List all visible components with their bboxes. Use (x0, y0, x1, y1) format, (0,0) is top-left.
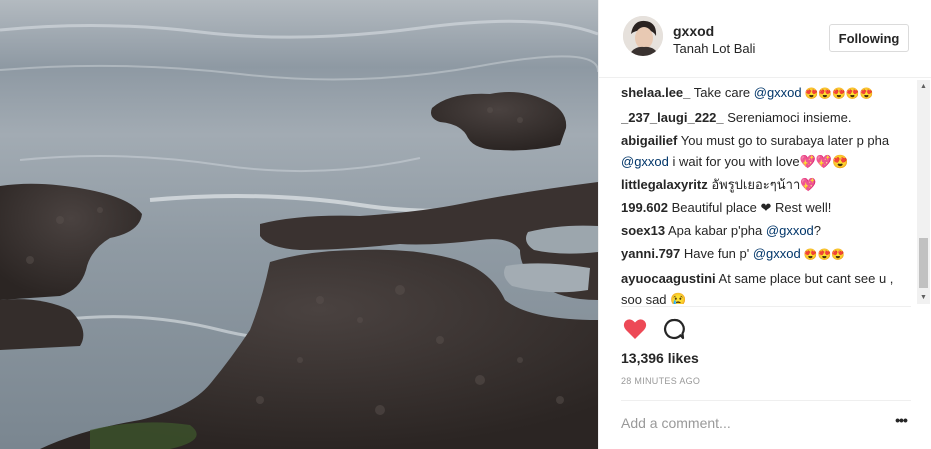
instagram-post: gxxod Tanah Lot Bali Following shelaa.le… (0, 0, 931, 449)
following-button[interactable]: Following (829, 24, 909, 52)
comment-text-tail: i wait for you with love💖💖😍 (668, 154, 849, 169)
comment-button[interactable] (663, 318, 685, 340)
comment-text: อัพรูปเยอะๆน้าา💖 (707, 177, 817, 192)
comment-emoji: 😍😍😍 (800, 249, 845, 261)
comment-mention[interactable]: @gxxod (753, 246, 801, 261)
post-header: gxxod Tanah Lot Bali Following (599, 0, 931, 78)
comment-author[interactable]: soex13 (621, 223, 665, 238)
comment-mention[interactable]: @gxxod (766, 223, 814, 238)
comment-text: Beautiful place ❤ Rest well! (668, 200, 832, 215)
comment-item: ayuocaagustini At same place but cant se… (621, 268, 911, 304)
comment-author[interactable]: littlegalaxyritz (621, 177, 708, 192)
comment-item: yanni.797 Have fun p' @gxxod 😍😍😍 (621, 243, 911, 266)
comment-author[interactable]: _237_laugi_222_ (621, 110, 724, 125)
post-location[interactable]: Tanah Lot Bali (673, 41, 755, 56)
scrollbar-thumb[interactable] (919, 238, 928, 288)
post-photo[interactable] (0, 0, 598, 449)
comment-author[interactable]: shelaa.lee_ (621, 85, 690, 100)
divider (621, 400, 911, 401)
like-button[interactable] (623, 318, 647, 340)
comment-author[interactable]: 199.602 (621, 200, 668, 215)
likes-count[interactable]: 13,396 likes (621, 350, 699, 366)
comment-item: _237_laugi_222_ Sereniamoci insieme. (621, 107, 911, 128)
divider (621, 306, 911, 307)
more-options-button[interactable]: ••• (889, 412, 913, 432)
comment-author[interactable]: yanni.797 (621, 246, 680, 261)
comment-text: Take care (690, 85, 754, 100)
post-side-panel: gxxod Tanah Lot Bali Following shelaa.le… (598, 0, 931, 449)
comments-list[interactable]: shelaa.lee_ Take care @gxxod 😍😍😍😍😍 _237_… (621, 82, 911, 304)
comment-mention[interactable]: @gxxod (754, 85, 802, 100)
comment-item: soex13 Apa kabar p'pha @gxxod? (621, 220, 911, 241)
comment-author[interactable]: ayuocaagustini (621, 271, 716, 286)
post-username[interactable]: gxxod (673, 23, 714, 39)
comment-item: shelaa.lee_ Take care @gxxod 😍😍😍😍😍 (621, 82, 911, 105)
comment-mention[interactable]: @gxxod (621, 154, 669, 169)
comment-author[interactable]: abigailief (621, 133, 677, 148)
comment-text-tail: ? (813, 223, 822, 238)
chevron-down-icon[interactable]: ▼ (917, 291, 930, 304)
comment-bubble-icon (663, 318, 685, 340)
comment-item: 199.602 Beautiful place ❤ Rest well! (621, 197, 911, 218)
comment-text: You must go to surabaya later p pha (677, 133, 890, 148)
post-timestamp[interactable]: 28 MINUTES AGO (621, 376, 700, 386)
comment-text: Sereniamoci insieme. (723, 110, 852, 125)
comment-item: littlegalaxyritz อัพรูปเยอะๆน้าา💖 (621, 174, 911, 195)
heart-icon (623, 319, 647, 339)
add-comment-input[interactable] (621, 412, 871, 434)
avatar[interactable] (623, 16, 663, 56)
avatar-photo-icon (623, 16, 663, 56)
comments-scrollbar[interactable]: ▲ ▼ (917, 80, 930, 304)
comment-emoji: 😍😍😍😍😍 (801, 88, 874, 100)
comment-item: abigailief You must go to surabaya later… (621, 130, 911, 172)
comment-text: Apa kabar p'pha (665, 223, 766, 238)
chevron-up-icon[interactable]: ▲ (917, 80, 930, 93)
comment-text: Have fun p' (680, 246, 753, 261)
sea-rocks-image (0, 0, 598, 449)
